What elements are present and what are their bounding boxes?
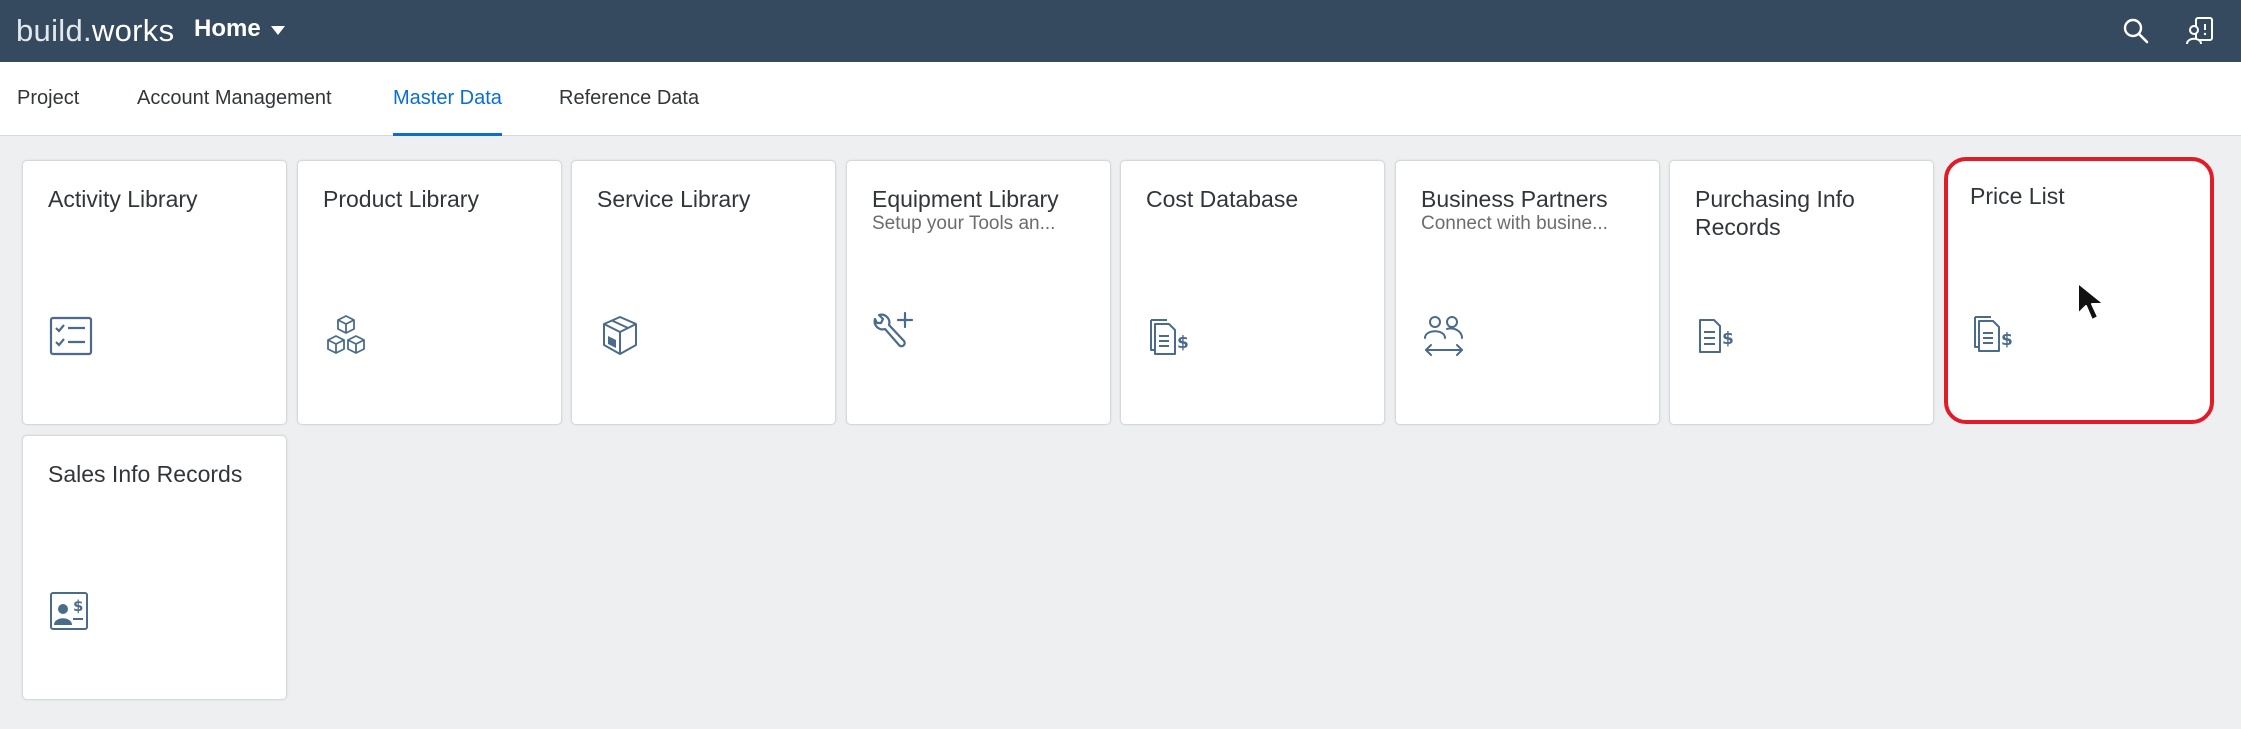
- tile-sales-info-records[interactable]: Sales Info Records $: [22, 435, 287, 700]
- logo-part2: works: [91, 13, 175, 48]
- tile-title: Sales Info Records: [48, 461, 243, 487]
- logo-dot: .: [83, 13, 92, 48]
- tile-title: Service Library: [597, 186, 751, 212]
- tile-activity-library[interactable]: Activity Library: [22, 160, 287, 425]
- user-account-button[interactable]: [2184, 15, 2216, 47]
- tile-equipment-library[interactable]: Equipment Library Setup your Tools an...: [846, 160, 1111, 425]
- tile-title: Business Partners: [1421, 186, 1608, 212]
- tile-title: Purchasing Info Records: [1695, 186, 1855, 240]
- home-menu-button[interactable]: Home: [194, 15, 285, 43]
- document-dollar-icon: $: [1150, 319, 1189, 355]
- contact-dollar-icon: $: [50, 592, 88, 630]
- tile-title: Equipment Library: [872, 186, 1059, 212]
- tile-subtitle: Setup your Tools an...: [872, 213, 1056, 234]
- svg-text:$: $: [73, 597, 83, 615]
- cubes-icon: [327, 315, 365, 354]
- invoice-dollar-icon: $: [1699, 319, 1734, 353]
- tile-title: Product Library: [323, 186, 479, 212]
- logo-part1: build: [16, 13, 83, 48]
- tile-cost-database[interactable]: Cost Database $: [1120, 160, 1385, 425]
- shell-bar: build.works Home: [0, 0, 2241, 62]
- tile-title: Activity Library: [48, 186, 198, 212]
- tile-service-library[interactable]: Service Library: [571, 160, 836, 425]
- tile-business-partners[interactable]: Business Partners Connect with busine...: [1395, 160, 1660, 425]
- tab-master-data[interactable]: Master Data: [393, 62, 502, 136]
- search-button[interactable]: [2120, 15, 2152, 47]
- tile-purchasing-info-records[interactable]: Purchasing Info Records $: [1669, 160, 1934, 425]
- svg-text:$: $: [2001, 330, 2013, 350]
- tab-project[interactable]: Project: [17, 62, 79, 136]
- svg-text:$: $: [1722, 329, 1734, 349]
- package-icon: [603, 316, 637, 355]
- caret-down-icon: [270, 26, 285, 35]
- user-feedback-icon: [2186, 17, 2213, 45]
- document-dollar-icon: $: [1974, 316, 2013, 352]
- app-logo[interactable]: build.works: [16, 13, 174, 49]
- home-menu-label: Home: [194, 15, 261, 42]
- wrench-add-icon: [873, 311, 914, 348]
- tab-reference-data[interactable]: Reference Data: [559, 62, 699, 136]
- tab-bar: Project Account Management Master Data R…: [0, 62, 2241, 136]
- checklist-icon: [49, 316, 93, 356]
- tile-product-library[interactable]: Product Library: [297, 160, 562, 425]
- search-icon: [2123, 18, 2149, 44]
- mouse-cursor-icon: [2077, 282, 2105, 321]
- tile-title: Price List: [1970, 183, 2065, 209]
- svg-text:$: $: [1177, 333, 1189, 353]
- tab-account-management[interactable]: Account Management: [137, 62, 332, 136]
- tile-title: Cost Database: [1146, 186, 1299, 212]
- tile-subtitle: Connect with busine...: [1421, 213, 1608, 234]
- people-exchange-icon: [1424, 316, 1463, 356]
